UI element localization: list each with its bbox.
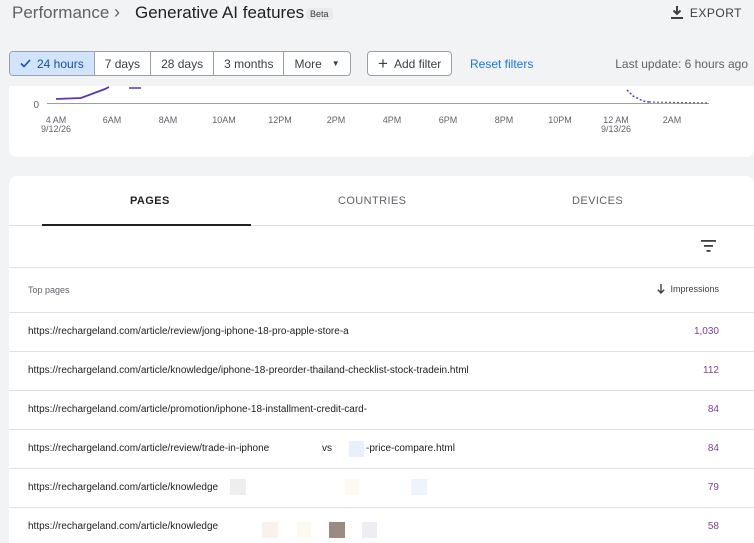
- impressions-value: 79: [707, 482, 719, 493]
- caret-down-icon: ▼: [331, 59, 340, 68]
- redaction-block: [411, 479, 427, 495]
- date-label-start: 9/12/26: [41, 124, 71, 134]
- chart-card: 0 4 AM 6AM 8AM 10AM 12PM 2PM 4PM 6PM 8PM 10PM 12 A…: [9, 86, 754, 157]
- redaction-block: [345, 479, 359, 495]
- table-filter-row: [9, 227, 754, 268]
- download-icon: [670, 6, 683, 19]
- table-row[interactable]: https://rechargeland.com/article/promoti…: [9, 391, 754, 430]
- table-row[interactable]: https://rechargeland.com/article/knowled…: [9, 469, 754, 508]
- beta-badge: Beta: [306, 8, 333, 20]
- range-24-hours[interactable]: 24 hours: [10, 52, 95, 75]
- column-impressions-sort[interactable]: Impressions: [657, 284, 719, 294]
- breadcrumb-performance[interactable]: Performance: [12, 3, 109, 23]
- table-row[interactable]: https://rechargeland.com/article/review/…: [9, 313, 754, 352]
- page-header: Performance › Generative AI features Bet…: [0, 0, 754, 30]
- page-url: https://rechargeland.com/article/knowled…: [28, 482, 219, 493]
- x-tick-label: 8PM: [495, 115, 514, 125]
- arrow-down-icon: [657, 284, 666, 294]
- redaction-block: [262, 522, 278, 538]
- x-tick-label: 10PM: [548, 115, 572, 125]
- add-filter-button[interactable]: + Add filter: [367, 51, 453, 76]
- range-more-dropdown[interactable]: More ▼: [284, 52, 349, 75]
- plus-icon: +: [378, 54, 388, 73]
- redaction-block: [362, 522, 377, 538]
- date-label-end: 9/13/26: [601, 124, 631, 134]
- page-title: Generative AI features: [135, 3, 305, 22]
- x-tick-label: 10AM: [212, 115, 236, 125]
- redaction-block: [297, 522, 311, 538]
- dimension-tabs: PAGES COUNTRIES DEVICES: [9, 176, 754, 226]
- page-url: https://rechargeland.com/article/review/…: [28, 326, 349, 337]
- column-impressions-label: Impressions: [670, 284, 719, 294]
- range-label: 7 days: [104, 56, 141, 71]
- range-label: More: [294, 56, 322, 71]
- active-tab-indicator: [42, 224, 251, 226]
- redaction-block: [230, 479, 246, 495]
- table-card: PAGES COUNTRIES DEVICES Top pages Impres…: [9, 176, 754, 543]
- column-top-pages: Top pages: [28, 285, 70, 295]
- range-28-days[interactable]: 28 days: [151, 52, 215, 75]
- tab-devices[interactable]: DEVICES: [572, 195, 623, 207]
- impressions-value: 84: [707, 404, 719, 415]
- tab-countries[interactable]: COUNTRIES: [338, 195, 406, 207]
- x-tick-label: 2PM: [327, 115, 346, 125]
- impressions-value: 1,030: [693, 326, 719, 337]
- last-update-text: Last update: 6 hours ago: [615, 57, 748, 71]
- page-url: https://rechargeland.com/article/knowled…: [28, 365, 469, 376]
- tab-pages[interactable]: PAGES: [130, 195, 170, 207]
- page-url-vs: vs: [322, 443, 332, 454]
- table-row[interactable]: https://rechargeland.com/article/knowled…: [9, 508, 754, 543]
- range-label: 24 hours: [37, 56, 84, 71]
- add-filter-label: Add filter: [393, 56, 442, 71]
- filter-rows-icon[interactable]: [701, 240, 716, 252]
- reset-filters-link[interactable]: Reset filters: [470, 57, 533, 71]
- page-url: https://rechargeland.com/article/review/…: [28, 443, 270, 454]
- breadcrumb-separator: ›: [114, 2, 120, 22]
- export-label: EXPORT: [689, 5, 742, 20]
- date-range-selector: 24 hours 7 days 28 days 3 months More ▼: [9, 51, 351, 76]
- date-toolbar: 24 hours 7 days 28 days 3 months More ▼ …: [0, 48, 754, 78]
- range-label: 3 months: [224, 56, 274, 71]
- impressions-value: 112: [703, 365, 719, 376]
- impressions-value: 84: [707, 443, 719, 454]
- check-icon: [20, 59, 31, 68]
- performance-chart: 0 4 AM 6AM 8AM 10AM 12PM 2PM 4PM 6PM 8PM 10PM 12 A…: [33, 86, 710, 134]
- range-3-months[interactable]: 3 months: [214, 52, 285, 75]
- redaction-block: [349, 441, 364, 457]
- redaction-block: [329, 522, 345, 538]
- page-url: https://rechargeland.com/article/knowled…: [28, 521, 219, 532]
- table-row[interactable]: https://rechargeland.com/article/knowled…: [9, 352, 754, 391]
- impressions-series-line: [55, 86, 110, 100]
- x-tick-label: 12PM: [268, 115, 292, 125]
- x-tick-label: 4PM: [383, 115, 402, 125]
- x-tick-label: 6AM: [103, 115, 122, 125]
- x-tick-label: 6PM: [439, 115, 458, 125]
- x-tick-label: 8AM: [159, 115, 178, 125]
- export-button[interactable]: EXPORT: [670, 5, 742, 20]
- table-header: Top pages Impressions: [9, 268, 754, 313]
- range-7-days[interactable]: 7 days: [95, 52, 152, 75]
- x-tick-label: 2AM: [663, 115, 682, 125]
- page-url-suffix: -price-compare.html: [366, 443, 455, 454]
- impressions-series-tail: [648, 101, 710, 104]
- table-row[interactable]: https://rechargeland.com/article/review/…: [9, 430, 754, 469]
- impressions-series-forecast: [626, 89, 650, 103]
- page-url: https://rechargeland.com/article/promoti…: [28, 404, 368, 415]
- y-tick-0: 0: [33, 100, 39, 111]
- impressions-value: 58: [707, 521, 719, 532]
- range-label: 28 days: [161, 56, 204, 71]
